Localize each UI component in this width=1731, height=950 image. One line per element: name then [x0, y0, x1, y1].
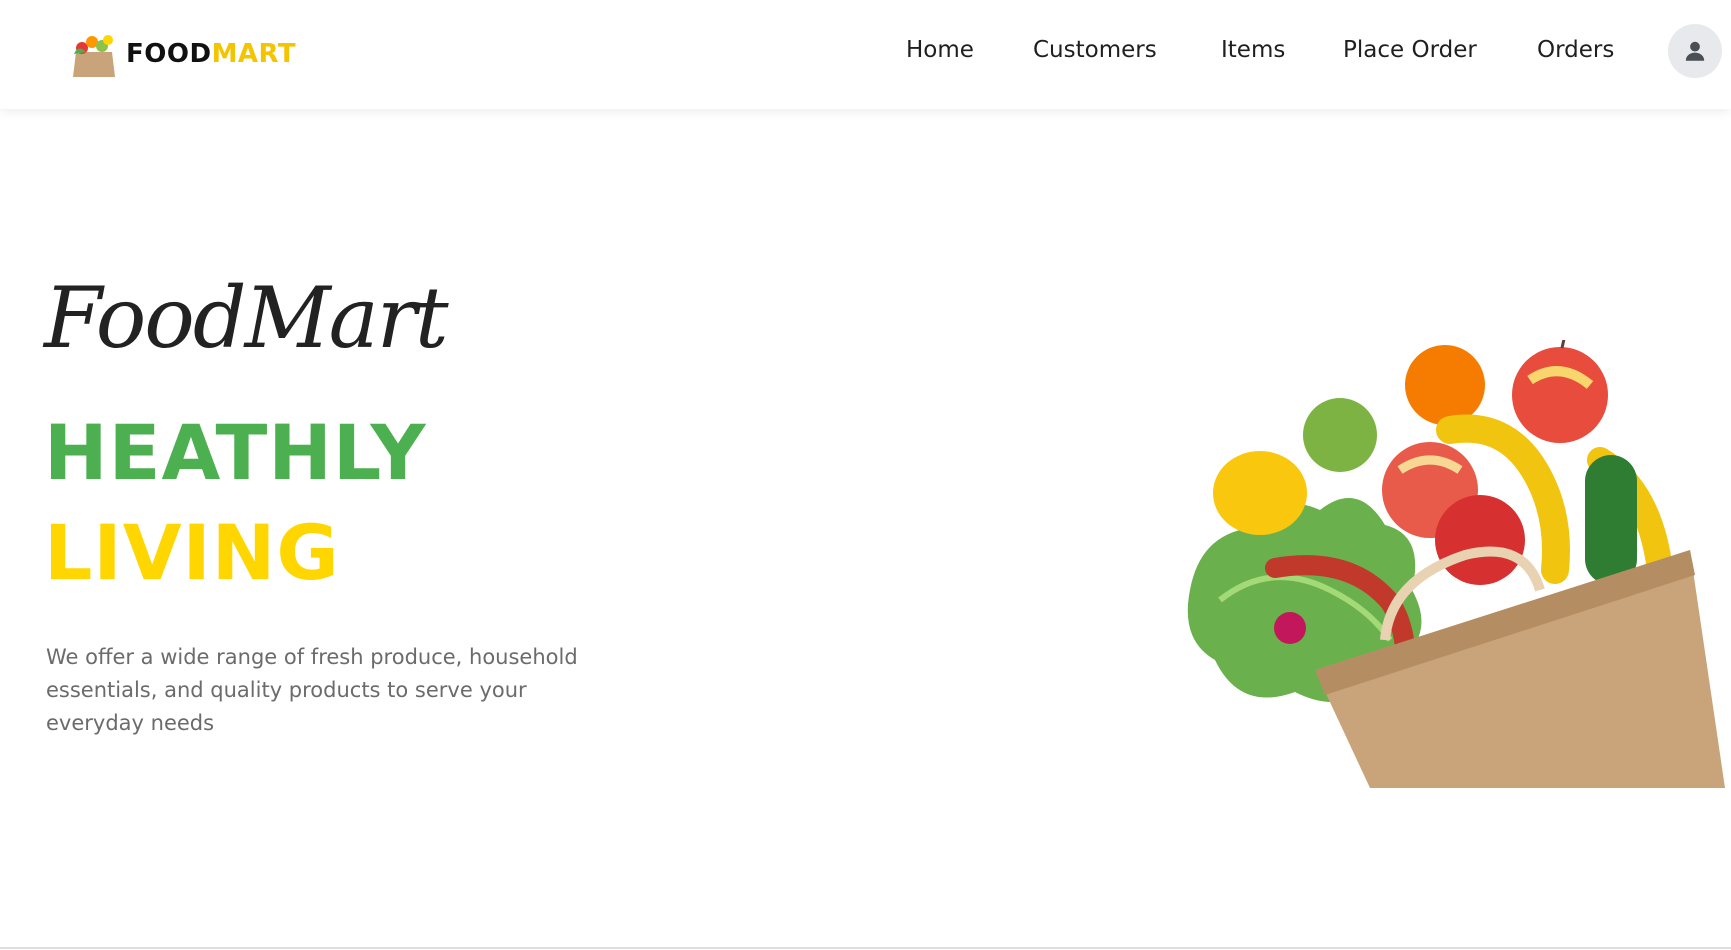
nav-customers[interactable]: Customers	[1033, 34, 1157, 66]
profile-button[interactable]	[1668, 24, 1722, 78]
top-navbar: FOODMART Home Customers Items Place Orde…	[0, 0, 1731, 109]
nav-items[interactable]: Items	[1221, 34, 1285, 66]
page-divider	[0, 947, 1731, 949]
nav-home[interactable]: Home	[906, 34, 974, 66]
grocery-bag-produce-icon	[1187, 340, 1725, 788]
main-nav: Home Customers Items Place Order Orders	[0, 34, 1731, 74]
nav-place-order[interactable]: Place Order	[1343, 34, 1477, 66]
user-icon	[1685, 41, 1705, 61]
hero-script-title: FoodMart	[44, 269, 449, 367]
nav-orders[interactable]: Orders	[1537, 34, 1614, 66]
hero-description: We offer a wide range of fresh produce, …	[46, 645, 578, 735]
hero-headline-line2: LIVING	[44, 508, 340, 597]
hero-headline-line1: HEATHLY	[44, 408, 427, 497]
